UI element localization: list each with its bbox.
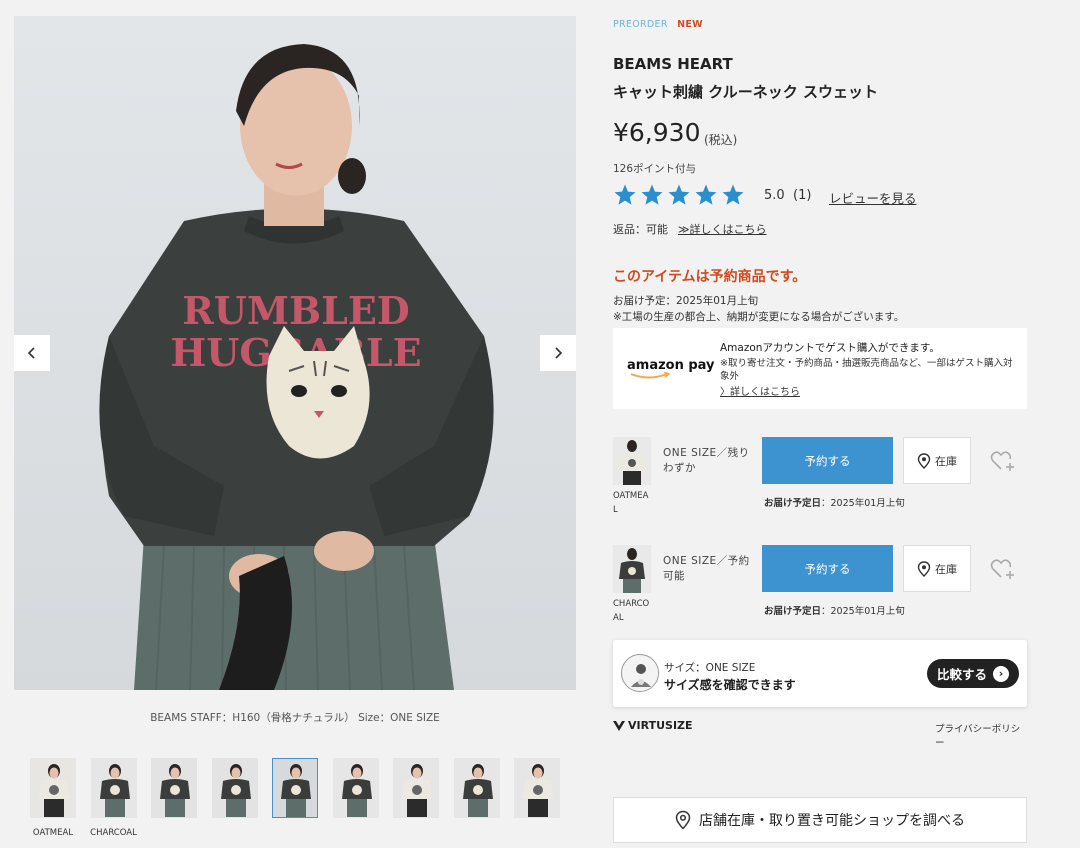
amazon-pay-logo: amazon pay bbox=[627, 358, 715, 373]
stock-label: 在庫 bbox=[935, 454, 957, 468]
thumbnail-image[interactable] bbox=[90, 758, 137, 818]
thumbnail-image[interactable] bbox=[514, 758, 560, 818]
star-icon bbox=[641, 184, 663, 205]
virtusize-mark-icon bbox=[613, 720, 625, 731]
price: ¥6,930 bbox=[613, 118, 701, 147]
variant-color: CHARCOAL bbox=[613, 599, 650, 623]
rating-value: 5.0 bbox=[764, 188, 785, 203]
variant-delivery: お届け予定日：2025年01月上旬 bbox=[764, 606, 905, 617]
stock-label: 在庫 bbox=[935, 562, 957, 576]
amazon-guest-note: ※取り寄せ注文・予約商品・抽選販売商品など、一部はゲスト購入対象外 bbox=[720, 358, 1013, 382]
rating-count: (1) bbox=[793, 188, 812, 203]
prev-image-button[interactable] bbox=[14, 335, 50, 371]
variant-image[interactable] bbox=[613, 437, 651, 485]
amazon-guest-text: Amazonアカウントでゲスト購入ができます。 bbox=[720, 342, 940, 354]
thumbnail-image[interactable] bbox=[453, 758, 500, 818]
location-pin-icon bbox=[917, 560, 931, 577]
tax-label: (税込) bbox=[704, 133, 738, 147]
reserve-button[interactable]: 予約する bbox=[762, 437, 893, 484]
variant-size-status: ONE SIZE／残りわずか bbox=[663, 447, 750, 474]
variant-row-oatmeal: OATMEAL ONE SIZE／残りわずか 予約する 在庫 お届け予定日：20… bbox=[613, 437, 1027, 527]
points-label: 126ポイント付与 bbox=[613, 163, 697, 175]
compare-button[interactable]: 比較する › bbox=[927, 659, 1019, 688]
thumbnail-label: CHARCOAL bbox=[90, 828, 137, 838]
thumbnail-image[interactable] bbox=[30, 758, 76, 818]
virtusize-size: サイズ：ONE SIZE bbox=[664, 662, 756, 674]
brand-name[interactable]: BEAMS HEART bbox=[613, 55, 733, 73]
variant-row-charcoal: CHARCOAL ONE SIZE／予約可能 予約する 在庫 お届け予定日：20… bbox=[613, 545, 1027, 635]
factory-note: ※工場の生産の都合上、納期が変更になる場合がございます。 bbox=[613, 311, 905, 323]
size-avatar-icon bbox=[621, 654, 659, 692]
thumbnail-image[interactable] bbox=[211, 758, 258, 818]
star-icon bbox=[614, 184, 636, 205]
virtusize-widget[interactable]: サイズ：ONE SIZE サイズ感を確認できます 比較する › bbox=[613, 640, 1027, 707]
returns-detail-link[interactable]: ≫詳しくはこちら bbox=[678, 221, 767, 237]
amazon-smile-icon bbox=[630, 372, 671, 379]
amazon-detail-link[interactable]: 〉詳しくはこちら bbox=[720, 383, 800, 398]
chevron-left-icon bbox=[27, 347, 35, 359]
variant-image[interactable] bbox=[613, 545, 651, 593]
favorite-add-icon[interactable] bbox=[990, 449, 1016, 473]
thumbnail-image[interactable] bbox=[151, 758, 197, 818]
virtusize-logo: VIRTUSIZE bbox=[613, 719, 693, 732]
thumbnail-image[interactable] bbox=[272, 758, 318, 818]
location-pin-icon bbox=[675, 810, 691, 830]
amazon-pay-box: amazon pay Amazonアカウントでゲスト購入ができます。 ※取り寄せ… bbox=[613, 328, 1027, 409]
view-reviews-link[interactable]: レビューを見る bbox=[829, 188, 917, 207]
returns-policy: 返品：可能 bbox=[613, 223, 668, 236]
product-tags: PREORDER NEW bbox=[613, 19, 703, 30]
thumbnail-label: OATMEAL bbox=[32, 828, 74, 838]
store-stock-button[interactable]: 在庫 bbox=[903, 545, 971, 592]
thumbnail-strip: OATMEAL CHARCOAL bbox=[30, 758, 570, 842]
star-icon bbox=[695, 184, 717, 205]
product-title: キャット刺繍 クルーネック スウェット bbox=[613, 83, 878, 101]
staff-caption: BEAMS STAFF：H160（骨格ナチュラル） Size：ONE SIZE bbox=[150, 712, 440, 724]
thumbnail-image[interactable] bbox=[393, 758, 439, 818]
new-tag: NEW bbox=[677, 19, 703, 30]
model-illustration: RUMBLED HUGGABLE bbox=[99, 44, 494, 690]
variant-size-status: ONE SIZE／予約可能 bbox=[663, 555, 750, 582]
favorite-add-icon[interactable] bbox=[990, 557, 1016, 581]
store-stock-button[interactable]: 在庫 bbox=[903, 437, 971, 484]
store-search-label: 店舗在庫・取り置き可能ショップを調べる bbox=[699, 813, 965, 829]
next-image-button[interactable] bbox=[540, 335, 576, 371]
location-pin-icon bbox=[917, 452, 931, 469]
variant-color: OATMEAL bbox=[613, 491, 649, 515]
reserve-button[interactable]: 予約する bbox=[762, 545, 893, 592]
privacy-policy-link[interactable]: プライバシーポリシー bbox=[935, 721, 1027, 749]
star-icon bbox=[668, 184, 690, 205]
variant-delivery: お届け予定日：2025年01月上旬 bbox=[764, 498, 905, 509]
print-line1: RUMBLED bbox=[182, 288, 410, 333]
thumbnail-image[interactable] bbox=[332, 758, 379, 818]
virtusize-check: サイズ感を確認できます bbox=[664, 678, 796, 692]
delivery-estimate: お届け予定：2025年01月上旬 bbox=[613, 295, 759, 307]
product-main-image: RUMBLED HUGGABLE bbox=[14, 16, 576, 690]
chevron-right-icon bbox=[555, 347, 563, 359]
chevron-right-icon: › bbox=[993, 665, 1009, 682]
star-icon bbox=[722, 184, 744, 205]
preorder-tag: PREORDER bbox=[613, 19, 668, 30]
rating-stars bbox=[613, 183, 745, 207]
reservation-heading: このアイテムは予約商品です。 bbox=[613, 269, 807, 285]
store-stock-search-button[interactable]: 店舗在庫・取り置き可能ショップを調べる bbox=[613, 797, 1027, 843]
